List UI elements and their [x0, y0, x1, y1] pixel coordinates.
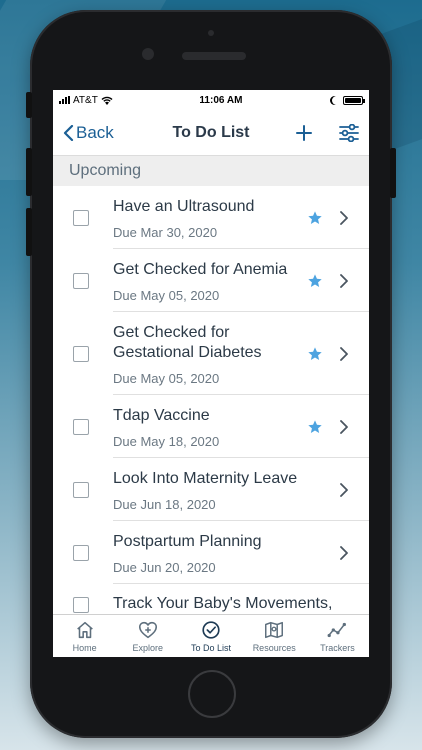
tab-label: Trackers: [320, 643, 355, 653]
check-circle-icon: [202, 621, 220, 639]
chevron-right-icon: [340, 482, 348, 497]
todo-checkbox[interactable]: [73, 345, 89, 362]
todo-due-date: Due Jun 20, 2020: [113, 560, 216, 575]
todo-checkbox[interactable]: [73, 418, 89, 435]
tab-label: Home: [72, 643, 97, 653]
todo-text: Tdap Vaccine Due May 18, 2020: [113, 396, 307, 457]
back-label: Back: [76, 122, 114, 142]
front-camera: [142, 48, 154, 60]
battery-level: [345, 97, 361, 103]
signal-icon: [59, 96, 70, 104]
navigation-bar: Back To Do List: [53, 110, 369, 156]
chevron-right-icon: [340, 346, 348, 361]
tab-explore[interactable]: Explore: [116, 615, 179, 657]
todo-item[interactable]: Tdap Vaccine Due May 18, 2020: [53, 395, 369, 458]
tab-bar: Home Explore To Do List Resources Trackers: [53, 614, 369, 657]
filter-button[interactable]: [339, 123, 359, 142]
todo-title: Tdap Vaccine: [113, 407, 210, 424]
todo-text: Have an Ultrasound Due Mar 30, 2020: [113, 187, 307, 248]
todo-title: Have an Ultrasound: [113, 198, 255, 215]
home-icon: [76, 621, 93, 639]
todo-due-date: Due May 05, 2020: [113, 371, 220, 386]
todo-item[interactable]: Postpartum Planning Due Jun 20, 2020: [53, 521, 369, 584]
todo-due-date: Due Jun 18, 2020: [113, 497, 216, 512]
todo-due-date: Due Mar 30, 2020: [113, 225, 218, 240]
app-screen: AT&T 11:06 AM Back To Do List Upcoming H…: [53, 90, 369, 657]
todo-checkbox[interactable]: [73, 544, 89, 561]
do-not-disturb-icon: [332, 96, 341, 105]
heart-plus-icon: [138, 621, 157, 639]
tab-resources[interactable]: Resources: [243, 615, 306, 657]
tab-trackers[interactable]: Trackers: [306, 615, 369, 657]
todo-item[interactable]: Have an Ultrasound Due Mar 30, 2020: [53, 186, 369, 249]
todo-text: Get Checked for Gestational Diabetes Due …: [113, 313, 307, 394]
tab-label: Explore: [132, 643, 164, 653]
chart-line-icon: [327, 622, 347, 638]
todo-due-date: Due May 18, 2020: [113, 434, 220, 449]
todo-checkbox[interactable]: [73, 481, 89, 498]
status-time: 11:06 AM: [199, 94, 243, 106]
todo-checkbox[interactable]: [73, 597, 89, 613]
status-bar: AT&T 11:06 AM: [53, 90, 369, 110]
star-icon[interactable]: [307, 210, 323, 226]
power-button: [390, 148, 396, 198]
todo-text: Look Into Maternity Leave Due Jun 18, 202…: [113, 459, 339, 520]
carrier-label: AT&T: [73, 94, 98, 106]
add-button[interactable]: [295, 124, 313, 142]
home-button[interactable]: [188, 670, 236, 718]
star-icon[interactable]: [307, 346, 323, 362]
todo-text: Get Checked for Anemia Due May 05, 2020: [113, 250, 307, 311]
chevron-right-icon: [340, 545, 348, 560]
todo-item[interactable]: Get Checked for Gestational Diabetes Due …: [53, 312, 369, 395]
map-icon: [265, 621, 284, 639]
plus-icon: [296, 124, 312, 141]
star-icon[interactable]: [307, 419, 323, 435]
todo-title: Get Checked for Gestational Diabetes: [113, 324, 262, 361]
tab-to-do-list[interactable]: To Do List: [179, 615, 242, 657]
battery-icon: [343, 95, 365, 105]
wifi-icon: [101, 96, 113, 105]
proximity-sensor: [208, 30, 214, 36]
section-header: Upcoming: [53, 156, 369, 186]
sliders-icon: [339, 123, 359, 142]
chevron-left-icon: [63, 124, 74, 141]
tab-label: Resources: [252, 643, 296, 653]
tab-label: To Do List: [190, 643, 232, 653]
todo-item[interactable]: Get Checked for Anemia Due May 05, 2020: [53, 249, 369, 312]
chevron-right-icon: [340, 273, 348, 288]
star-icon[interactable]: [307, 273, 323, 289]
todo-item[interactable]: Look Into Maternity Leave Due Jun 18, 202…: [53, 458, 369, 521]
mute-switch: [26, 92, 32, 118]
todo-due-date: Due May 05, 2020: [113, 288, 220, 303]
back-button[interactable]: Back: [63, 123, 114, 143]
todo-title: Track Your Baby's Movements,: [113, 595, 333, 612]
todo-checkbox[interactable]: [73, 209, 89, 226]
chevron-right-icon: [340, 210, 348, 225]
todo-list: Have an Ultrasound Due Mar 30, 2020 Get Ch…: [53, 186, 369, 624]
chevron-right-icon: [340, 419, 348, 434]
todo-title: Get Checked for Anemia: [113, 261, 288, 278]
todo-title: Postpartum Planning: [113, 533, 262, 550]
volume-down-button: [26, 208, 32, 256]
volume-up-button: [26, 148, 32, 196]
todo-checkbox[interactable]: [73, 272, 89, 289]
todo-text: Postpartum Planning Due Jun 20, 2020: [113, 522, 339, 583]
earpiece-speaker: [182, 52, 246, 60]
tab-home[interactable]: Home: [53, 615, 116, 657]
todo-title: Look Into Maternity Leave: [113, 470, 298, 487]
